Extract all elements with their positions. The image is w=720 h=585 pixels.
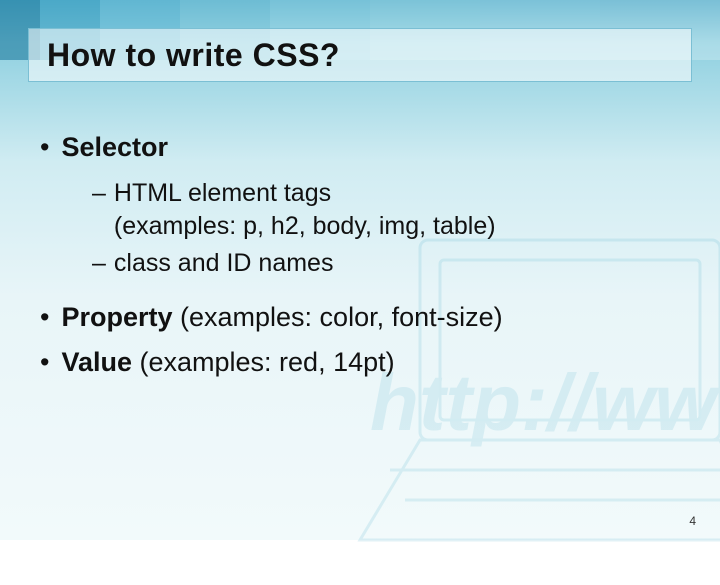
bullet-rest: (examples: red, 14pt) <box>132 347 395 377</box>
bullet-icon: • <box>40 347 49 378</box>
dash-icon: – <box>92 247 106 280</box>
bullet-rest: (examples: color, font-size) <box>173 302 503 332</box>
sub-bullet-text: class and ID names <box>114 247 334 280</box>
sub-bullet: – class and ID names <box>92 247 680 280</box>
page-number: 4 <box>689 514 696 528</box>
bullet-label: Property <box>61 302 172 332</box>
bullet-property: • Property (examples: color, font-size) <box>40 302 680 333</box>
bullet-selector: • Selector <box>40 132 680 163</box>
title-box: How to write CSS? <box>28 28 692 82</box>
sub-bullet: – HTML element tags (examples: p, h2, bo… <box>92 177 680 243</box>
bullet-value: • Value (examples: red, 14pt) <box>40 347 680 378</box>
dash-icon: – <box>92 177 106 243</box>
bullet-icon: • <box>40 132 49 163</box>
slide-body: • Selector – HTML element tags (examples… <box>40 132 680 392</box>
slide-title: How to write CSS? <box>47 37 340 74</box>
bullet-label: Selector <box>61 132 168 162</box>
sub-bullet-text: HTML element tags (examples: p, h2, body… <box>114 177 496 243</box>
bullet-icon: • <box>40 302 49 333</box>
bullet-label: Value <box>61 347 132 377</box>
